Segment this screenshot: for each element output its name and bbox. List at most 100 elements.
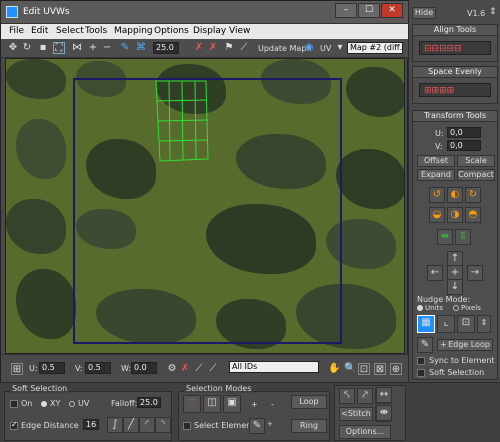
menu-edit[interactable]: Edit (31, 26, 48, 36)
transform-tools-header[interactable]: Transform Tools (413, 111, 497, 122)
hide-button[interactable]: Hide (412, 7, 436, 19)
vertex-mode-icon[interactable]: ⁙ (183, 395, 201, 413)
falloff-fast-icon[interactable]: ◝ (155, 417, 171, 433)
w-value-field[interactable]: 0.0 (131, 362, 157, 374)
align-tools-header[interactable]: Align Tools (413, 25, 497, 36)
rotate-45-icon[interactable]: ◑ (447, 207, 463, 223)
rotate-cw-icon[interactable]: ↻ (465, 187, 481, 203)
pixels-radio[interactable] (453, 305, 459, 311)
grid-2-icon[interactable]: ⌞ (437, 315, 455, 333)
paint-select-icon[interactable]: ✎ (249, 418, 265, 434)
menu-mapping[interactable]: Mapping (114, 26, 153, 36)
select-icon[interactable]: ⟋ (193, 363, 205, 375)
relax-tool-icon[interactable]: ⟋ (238, 42, 250, 54)
compact-button[interactable]: Compact (457, 169, 495, 181)
grid-1-icon[interactable]: ▦ (417, 315, 435, 333)
lock-icon[interactable]: ⊞ (11, 363, 23, 375)
uv-mode-label[interactable]: UV (320, 44, 331, 53)
uv-selection-grid[interactable] (154, 79, 210, 163)
menu-view[interactable]: View (229, 26, 250, 36)
edge-loop-button[interactable]: + Edge Loop (437, 339, 493, 351)
grow-selection-button[interactable]: + (251, 400, 258, 409)
flip-icon[interactable]: ◒ (429, 207, 445, 223)
plus-icon[interactable]: + (87, 42, 99, 54)
move-tool-icon[interactable]: ✥ (7, 42, 19, 54)
rotate-90-icon[interactable]: ◐ (447, 187, 463, 203)
hand-pan-icon[interactable]: ✋ (328, 363, 340, 375)
nudge-down-icon[interactable]: ↓ (447, 279, 463, 295)
menu-display[interactable]: Display (193, 26, 226, 36)
select-element-checkbox[interactable] (183, 422, 191, 430)
edge-distance-field[interactable]: 16 (83, 419, 99, 430)
grid-3-icon[interactable]: ⊡ (457, 315, 475, 333)
zoom-value-field[interactable]: 25.0 (153, 42, 179, 54)
xy-radio[interactable] (41, 401, 47, 407)
scale-button[interactable]: Scale (457, 155, 495, 167)
zoom-region-icon[interactable]: ⊡ (358, 363, 370, 375)
update-map-button[interactable]: Update Map (258, 44, 306, 53)
stitch-button[interactable]: <Stitch (339, 407, 373, 421)
uv-editor-canvas[interactable] (5, 58, 405, 354)
zoom-icon[interactable]: 🔍 (344, 363, 356, 375)
edge-tool-icon[interactable]: ✎ (417, 337, 433, 353)
nudge-left-icon[interactable]: ← (427, 265, 443, 281)
scale-tool-icon[interactable]: ▪ (37, 42, 49, 54)
sync-to-element-checkbox[interactable] (417, 357, 425, 365)
filter-icon[interactable]: ✗ (179, 363, 191, 375)
relax-icon[interactable]: ↔ (376, 387, 392, 403)
falloff-field[interactable]: 25.0 (137, 397, 161, 408)
maximize-button[interactable]: ☐ (358, 3, 380, 18)
mirror-v-icon[interactable]: ⇳ (455, 229, 471, 245)
pen-tool-icon[interactable]: ✎ (119, 42, 131, 54)
straighten-icon[interactable]: ⇼ (376, 405, 392, 421)
shrink-selection-button[interactable]: - (271, 400, 274, 409)
rotate-ccw-icon[interactable]: ↺ (429, 187, 445, 203)
units-radio[interactable] (417, 305, 423, 311)
distribute-icon[interactable]: ⊞⊞⊞⊞ (424, 86, 454, 96)
nudge-right-icon[interactable]: → (467, 265, 483, 281)
minimize-button[interactable]: – (335, 3, 357, 18)
offset-button[interactable]: Offset (417, 155, 455, 167)
expand-button[interactable]: Expand (417, 169, 455, 181)
ring-button[interactable]: Ring (291, 419, 327, 433)
map-dropdown[interactable]: Map #2 (diff.jpg) (347, 42, 403, 54)
soft-selection-checkbox[interactable] (417, 369, 425, 377)
grid-snap-icon[interactable]: ⊕ (390, 363, 402, 375)
minus-icon[interactable]: − (101, 42, 113, 54)
uv-radio[interactable] (69, 401, 75, 407)
menu-tools[interactable]: Tools (85, 26, 107, 36)
dropdown-arrow-icon[interactable]: ▾ (334, 42, 346, 54)
falloff-slow-icon[interactable]: ◜ (139, 417, 155, 433)
v-offset-field[interactable]: 0,0 (447, 140, 481, 151)
u-offset-field[interactable]: 0,0 (447, 127, 481, 138)
on-checkbox[interactable] (10, 400, 18, 408)
face-mode-icon[interactable]: ▣ (223, 395, 241, 413)
falloff-linear-icon[interactable]: ╱ (123, 417, 139, 433)
align-icon[interactable]: ⊟⊟⊟⊟⊟ (424, 44, 462, 54)
filter-select-icon[interactable]: ⟋ (207, 363, 219, 375)
space-evenly-buttons[interactable]: ⊞⊞⊞⊞ (419, 83, 491, 97)
rotate-tool-icon[interactable]: ↻ (21, 42, 33, 54)
rotate-180-icon[interactable]: ◓ (465, 207, 481, 223)
plus-icon[interactable]: + (267, 420, 273, 428)
edge-mode-icon[interactable]: ◫ (203, 395, 221, 413)
mirror-h-icon[interactable]: ⇹ (437, 229, 453, 245)
ids-dropdown[interactable]: All IDs (229, 361, 319, 373)
show-map-icon[interactable]: ◉ (303, 42, 315, 54)
mirror-tool-icon[interactable]: ⋈ (71, 42, 83, 54)
u-value-field[interactable]: 0.5 (39, 362, 65, 374)
close-button[interactable]: ✕ (381, 3, 403, 18)
grid-spinner[interactable]: ⇕ (477, 315, 491, 333)
snap-icon[interactable]: ⌘ (135, 42, 147, 54)
scroll-arrows-icon[interactable]: ⇕ (489, 7, 497, 17)
menu-file[interactable]: File (9, 26, 24, 36)
align-tools-buttons[interactable]: ⊟⊟⊟⊟⊟ (419, 41, 491, 55)
falloff-smooth-icon[interactable]: ∫ (107, 417, 123, 433)
break-icon[interactable]: ⤣ (339, 388, 355, 404)
pan-icon[interactable]: ⚙ (166, 363, 178, 375)
menu-options[interactable]: Options (154, 26, 189, 36)
loop-button[interactable]: Loop (291, 395, 327, 409)
options-tool-icon[interactable]: ⚑ (223, 42, 235, 54)
paint-tool-icon[interactable]: ✗ (207, 42, 219, 54)
space-evenly-header[interactable]: Space Evenly (413, 67, 497, 78)
